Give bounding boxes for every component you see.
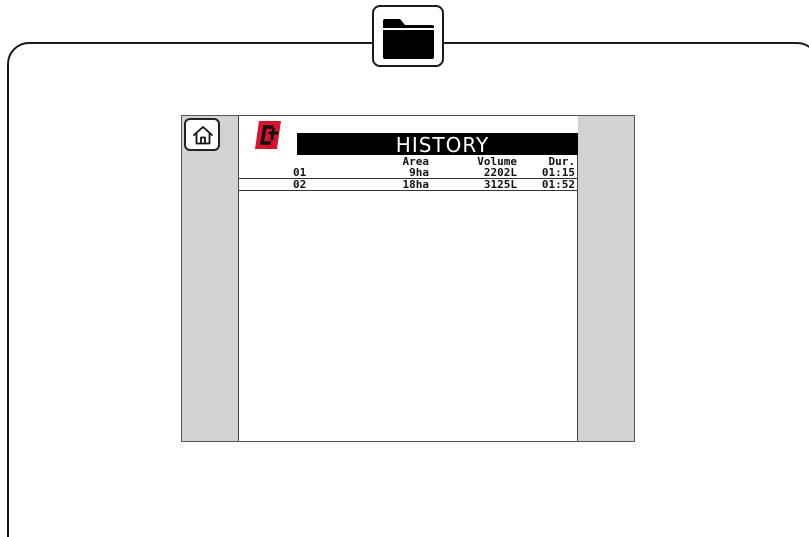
home-button[interactable] xyxy=(184,118,220,151)
device-screen: HISTORY Area Volume Dur. 01 9ha 2202L 01… xyxy=(181,115,635,442)
history-panel: HISTORY Area Volume Dur. 01 9ha 2202L 01… xyxy=(238,116,578,441)
row-id: 01 xyxy=(293,166,307,179)
app-window: HISTORY Area Volume Dur. 01 9ha 2202L 01… xyxy=(0,0,809,537)
home-icon xyxy=(193,126,213,145)
row-duration: 01:52 xyxy=(541,178,575,191)
title-top-line xyxy=(297,116,578,134)
row-volume: 2202L xyxy=(483,166,517,179)
table-header-row: Area Volume Dur. xyxy=(239,156,577,167)
row-duration: 01:15 xyxy=(541,166,575,179)
history-table: Area Volume Dur. 01 9ha 2202L 01:15 02 1… xyxy=(239,156,577,191)
row-volume: 3125L xyxy=(483,178,517,191)
row-area: 18ha xyxy=(402,178,430,191)
row-id: 02 xyxy=(293,178,307,191)
page-title: HISTORY xyxy=(297,134,578,156)
folder-icon xyxy=(383,19,434,59)
table-row[interactable]: 02 18ha 3125L 01:52 xyxy=(239,179,577,191)
row-area: 9ha xyxy=(409,166,429,179)
brand-logo-icon xyxy=(255,121,281,149)
logo-box xyxy=(239,116,297,154)
folder-tab-button[interactable] xyxy=(372,5,444,67)
